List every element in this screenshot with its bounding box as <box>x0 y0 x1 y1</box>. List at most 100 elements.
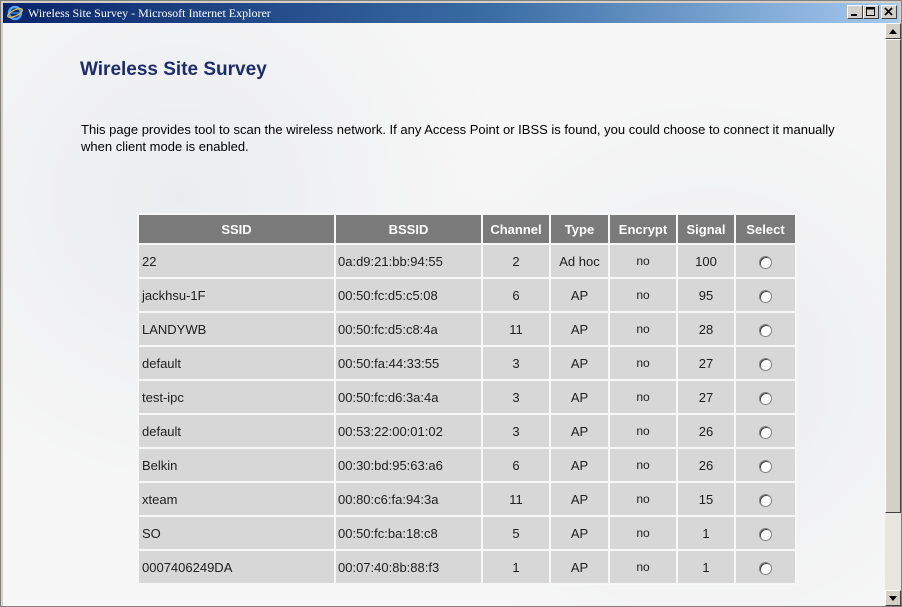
type-cell: AP <box>551 449 608 481</box>
close-button[interactable] <box>881 5 897 19</box>
type-cell: AP <box>551 381 608 413</box>
select-radio[interactable] <box>759 561 772 575</box>
select-radio[interactable] <box>759 459 772 473</box>
select-radio[interactable] <box>759 323 772 337</box>
signal-cell: 100 <box>678 245 734 277</box>
select-cell <box>736 551 795 583</box>
channel-cell: 2 <box>483 245 549 277</box>
column-header-ssid: SSID <box>139 215 334 243</box>
channel-cell: 3 <box>483 347 549 379</box>
select-radio[interactable] <box>759 425 772 439</box>
select-cell <box>736 449 795 481</box>
ssid-cell: SO <box>139 517 334 549</box>
select-cell <box>736 347 795 379</box>
type-cell: AP <box>551 279 608 311</box>
minimize-icon <box>851 14 857 16</box>
vertical-scrollbar[interactable] <box>885 23 901 606</box>
encrypt-cell: no <box>610 517 676 549</box>
bssid-cell: 00:07:40:8b:88:f3 <box>336 551 481 583</box>
encrypt-cell: no <box>610 347 676 379</box>
column-header-select: Select <box>736 215 795 243</box>
select-radio[interactable] <box>759 493 772 507</box>
type-cell: AP <box>551 415 608 447</box>
bssid-cell: 00:50:fa:44:33:55 <box>336 347 481 379</box>
ssid-cell: test-ipc <box>139 381 334 413</box>
signal-cell: 15 <box>678 483 734 515</box>
type-cell: AP <box>551 551 608 583</box>
bssid-cell: 00:50:fc:d5:c5:08 <box>336 279 481 311</box>
scrollbar-thumb[interactable] <box>885 39 901 513</box>
maximize-icon <box>866 7 875 16</box>
channel-cell: 11 <box>483 313 549 345</box>
page-title: Wireless Site Survey <box>80 59 267 80</box>
select-cell <box>736 279 795 311</box>
maximize-button[interactable] <box>863 5 879 19</box>
ssid-cell: default <box>139 415 334 447</box>
table-row: test-ipc 00:50:fc:d6:3a:4a 3 AP no 27 <box>139 381 795 413</box>
table-row: default 00:53:22:00:01:02 3 AP no 26 <box>139 415 795 447</box>
page-description: This page provides tool to scan the wire… <box>81 122 835 154</box>
select-cell <box>736 483 795 515</box>
scroll-up-arrow-icon <box>889 28 897 34</box>
signal-cell: 28 <box>678 313 734 345</box>
select-radio[interactable] <box>759 391 772 405</box>
table-row: xteam 00:80:c6:fa:94:3a 11 AP no 15 <box>139 483 795 515</box>
bssid-cell: 00:50:fc:ba:18:c8 <box>336 517 481 549</box>
signal-cell: 1 <box>678 551 734 583</box>
table-row: jackhsu-1F 00:50:fc:d5:c5:08 6 AP no 95 <box>139 279 795 311</box>
scroll-down-arrow-icon <box>889 595 897 601</box>
page-content: Wireless Site Survey This page provides … <box>3 23 885 606</box>
column-header-bssid: BSSID <box>336 215 481 243</box>
signal-cell: 27 <box>678 347 734 379</box>
select-cell <box>736 415 795 447</box>
table-row: 22 0a:d9:21:bb:94:55 2 Ad hoc no 100 <box>139 245 795 277</box>
bssid-cell: 00:30:bd:95:63:a6 <box>336 449 481 481</box>
type-cell: AP <box>551 517 608 549</box>
encrypt-cell: no <box>610 551 676 583</box>
select-radio[interactable] <box>759 357 772 371</box>
encrypt-cell: no <box>610 483 676 515</box>
type-cell: AP <box>551 347 608 379</box>
bssid-cell: 00:50:fc:d6:3a:4a <box>336 381 481 413</box>
table-row: LANDYWB 00:50:fc:d5:c8:4a 11 AP no 28 <box>139 313 795 345</box>
signal-cell: 26 <box>678 415 734 447</box>
select-radio[interactable] <box>759 255 772 269</box>
channel-cell: 11 <box>483 483 549 515</box>
internet-explorer-icon <box>7 5 23 21</box>
browser-window: Wireless Site Survey - Microsoft Interne… <box>0 0 902 607</box>
encrypt-cell: no <box>610 381 676 413</box>
table-row: 0007406249DA 00:07:40:8b:88:f3 1 AP no 1 <box>139 551 795 583</box>
scroll-up-button[interactable] <box>885 23 901 39</box>
signal-cell: 26 <box>678 449 734 481</box>
bssid-cell: 00:50:fc:d5:c8:4a <box>336 313 481 345</box>
ssid-cell: 0007406249DA <box>139 551 334 583</box>
title-bar[interactable]: Wireless Site Survey - Microsoft Interne… <box>3 3 899 23</box>
ssid-cell: 22 <box>139 245 334 277</box>
select-radio[interactable] <box>759 289 772 303</box>
bssid-cell: 00:80:c6:fa:94:3a <box>336 483 481 515</box>
bssid-cell: 0a:d9:21:bb:94:55 <box>336 245 481 277</box>
column-header-signal: Signal <box>678 215 734 243</box>
site-survey-table: SSID BSSID Channel Type Encrypt Signal S… <box>137 213 797 585</box>
select-cell <box>736 313 795 345</box>
signal-cell: 27 <box>678 381 734 413</box>
table-row: default 00:50:fa:44:33:55 3 AP no 27 <box>139 347 795 379</box>
signal-cell: 1 <box>678 517 734 549</box>
ssid-cell: jackhsu-1F <box>139 279 334 311</box>
ssid-cell: LANDYWB <box>139 313 334 345</box>
table-row: Belkin 00:30:bd:95:63:a6 6 AP no 26 <box>139 449 795 481</box>
table-header-row: SSID BSSID Channel Type Encrypt Signal S… <box>139 215 795 243</box>
signal-cell: 95 <box>678 279 734 311</box>
select-radio[interactable] <box>759 527 772 541</box>
select-cell <box>736 517 795 549</box>
minimize-button[interactable] <box>847 5 863 19</box>
column-header-channel: Channel <box>483 215 549 243</box>
table-row: SO 00:50:fc:ba:18:c8 5 AP no 1 <box>139 517 795 549</box>
channel-cell: 3 <box>483 415 549 447</box>
column-header-type: Type <box>551 215 608 243</box>
window-controls <box>847 5 897 19</box>
scroll-down-button[interactable] <box>885 590 901 606</box>
channel-cell: 6 <box>483 279 549 311</box>
encrypt-cell: no <box>610 449 676 481</box>
bssid-cell: 00:53:22:00:01:02 <box>336 415 481 447</box>
